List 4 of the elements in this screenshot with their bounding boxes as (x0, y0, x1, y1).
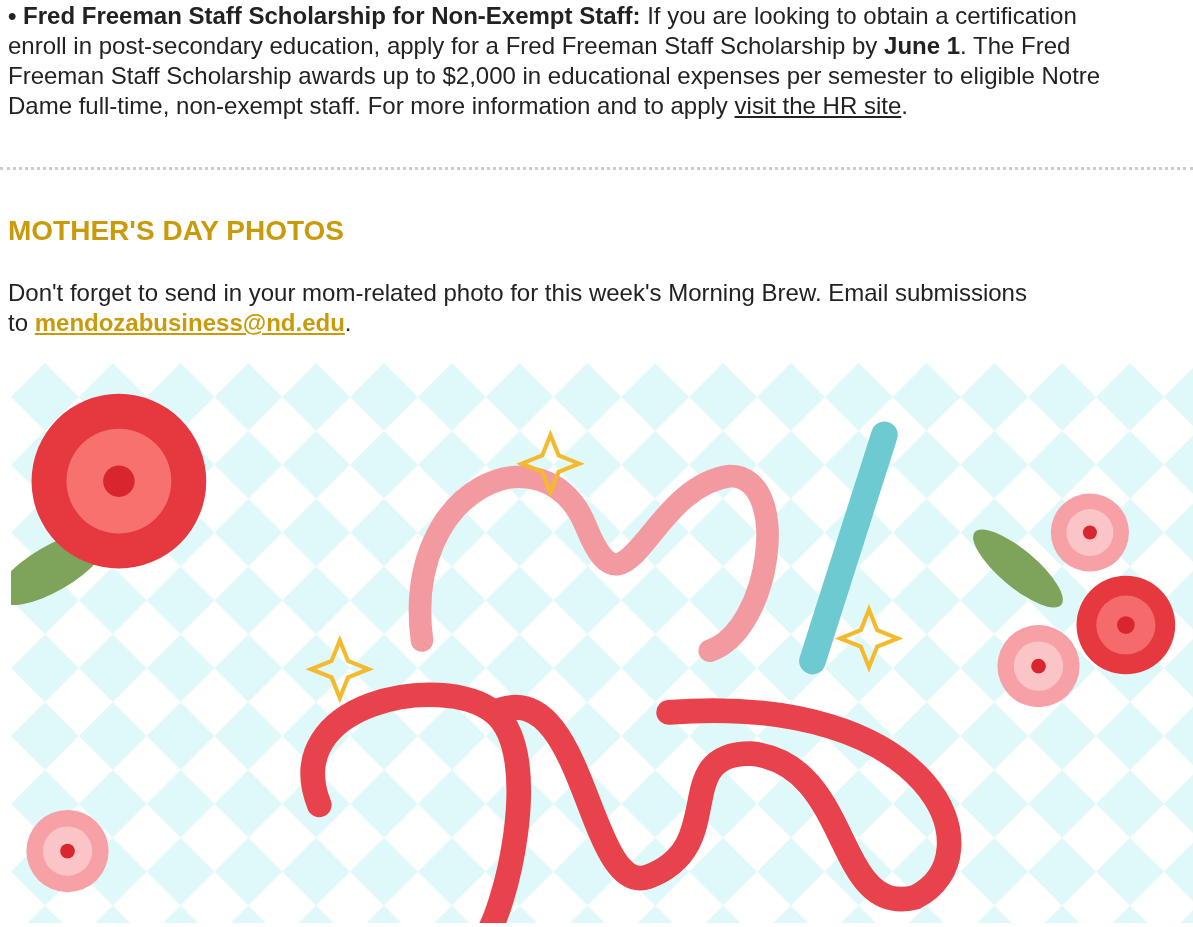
hr-site-link[interactable]: visit the HR site (734, 92, 902, 119)
section-paragraph: Don't forget to send in your mom-related photo for this week's Morning Brew. Email submissions to mendozabusiness@nd.edu. (8, 278, 1027, 338)
scholarship-paragraph: • Fred Freeman Staff Scholarship for Non-Exempt Staff: If you are looking to obtain a certification enroll in post-secondary education, apply for a Fred Freeman Staff Scholarship by June 1. The Fred Freeman Staff Scholarship awards up to $2,000 in educational expenses per semester to eligible Notre Dame full-time, non-exempt staff. For more information and to apply visit the HR site. (7, 1, 1101, 121)
section-heading: MOTHER'S DAY PHOTOS (8, 214, 344, 248)
